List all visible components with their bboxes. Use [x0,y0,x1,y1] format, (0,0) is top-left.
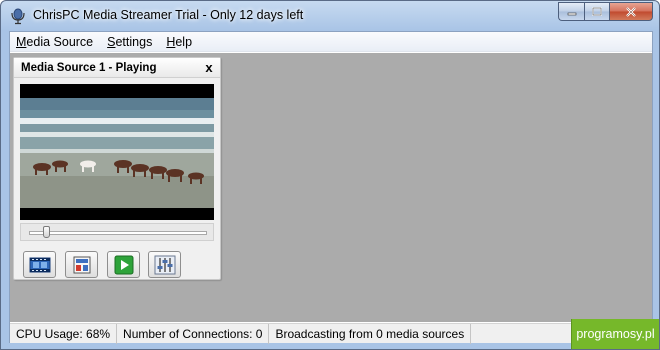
media-source-panel: Media Source 1 - Playing x [13,57,221,280]
menu-bar: Media Source Settings Help [10,32,652,52]
source-settings-icon [73,256,90,273]
video-frame [20,84,214,220]
app-window: ChrisPC Media Streamer Trial - Only 12 d… [0,0,660,350]
menu-media-source[interactable]: Media Source [10,32,100,51]
filmstrip-button[interactable] [23,251,56,278]
watermark-badge: programosy.pl [571,319,659,349]
equalizer-button[interactable] [148,251,181,278]
connections-status: Number of Connections: 0 [117,324,270,344]
mdi-workspace: Media Source 1 - Playing x [10,53,652,322]
equalizer-icon [154,255,175,274]
play-icon [114,255,133,274]
maximize-button[interactable] [584,2,609,21]
menu-settings[interactable]: Settings [100,32,159,51]
close-button[interactable] [609,2,653,21]
status-bar: CPU Usage: 68% Number of Connections: 0 … [10,323,652,344]
seek-track[interactable] [29,231,207,235]
title-bar[interactable]: ChrisPC Media Streamer Trial - Only 12 d… [1,1,659,31]
maximize-icon [592,7,602,16]
window-title: ChrisPC Media Streamer Trial - Only 12 d… [33,8,304,22]
seek-bar[interactable] [20,223,214,241]
menu-help-label: Help [166,35,193,49]
seek-thumb[interactable] [43,226,51,238]
close-icon [626,6,636,17]
panel-title: Media Source 1 - Playing [21,62,157,74]
filmstrip-icon [29,257,50,272]
panel-header[interactable]: Media Source 1 - Playing x [14,58,220,78]
source-settings-button[interactable] [65,251,98,278]
caption-buttons [558,2,653,21]
app-icon[interactable] [10,7,26,25]
video-preview [20,84,214,220]
menu-help[interactable]: Help [159,32,199,51]
broadcast-status: Broadcasting from 0 media sources [269,324,472,344]
client-area: Media Source Settings Help Media Source … [9,31,653,344]
panel-close-button[interactable]: x [203,60,215,75]
minimize-button[interactable] [558,2,584,21]
menu-media-source-label: Media Source [16,35,94,49]
play-button[interactable] [107,251,140,278]
minimize-icon [567,12,576,15]
menu-settings-label: Settings [107,35,153,49]
cpu-usage-status: CPU Usage: 68% [10,324,118,344]
